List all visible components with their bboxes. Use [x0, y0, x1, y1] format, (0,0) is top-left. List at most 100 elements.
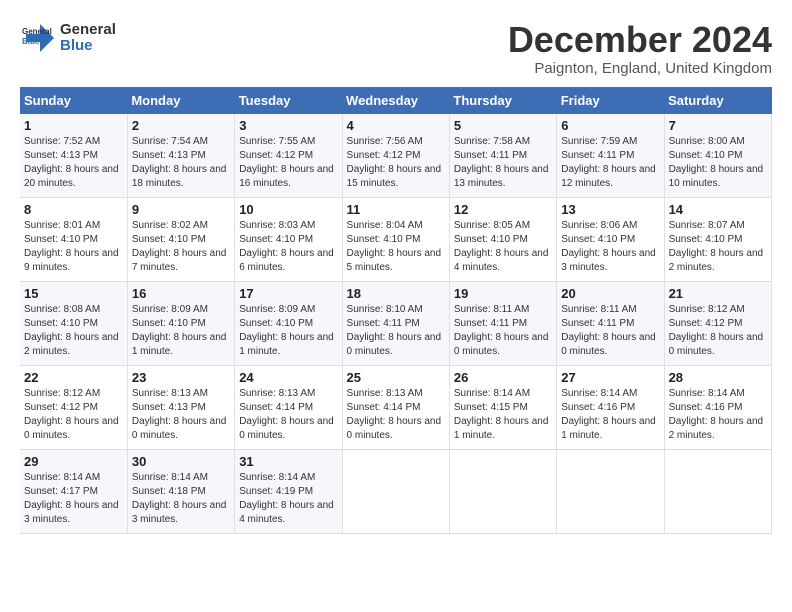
day-info: Sunrise: 8:14 AMSunset: 4:16 PMDaylight:… [669, 387, 767, 443]
weekday-header-thursday: Thursday [449, 87, 556, 114]
day-info: Sunrise: 8:12 AMSunset: 4:12 PMDaylight:… [24, 387, 123, 443]
day-info: Sunrise: 7:56 AMSunset: 4:12 PMDaylight:… [347, 135, 445, 191]
day-info: Sunrise: 8:06 AMSunset: 4:10 PMDaylight:… [561, 219, 659, 275]
weekday-header-wednesday: Wednesday [342, 87, 449, 114]
calendar-cell [342, 449, 449, 533]
day-number: 20 [561, 286, 659, 301]
calendar-week-row: 8Sunrise: 8:01 AMSunset: 4:10 PMDaylight… [20, 197, 772, 281]
calendar-cell: 12Sunrise: 8:05 AMSunset: 4:10 PMDayligh… [449, 197, 556, 281]
day-number: 15 [24, 286, 123, 301]
calendar-cell: 19 Sunrise: 8:11 AMSunset: 4:11 PMDayligh… [449, 281, 556, 365]
calendar-cell [557, 449, 664, 533]
day-info: Sunrise: 8:14 AMSunset: 4:16 PMDaylight:… [561, 387, 659, 443]
day-info: Sunrise: 8:12 AMSunset: 4:12 PMDaylight:… [669, 303, 767, 359]
day-info: Sunrise: 7:52 AMSunset: 4:13 PMDaylight:… [24, 135, 123, 191]
day-info: Sunrise: 8:14 AMSunset: 4:15 PMDaylight:… [454, 387, 552, 443]
day-info: Sunrise: 8:11 AMSunset: 4:11 PMDaylight:… [561, 303, 659, 359]
calendar-cell: 22 Sunrise: 8:12 AMSunset: 4:12 PMDayligh… [20, 365, 127, 449]
day-number: 5 [454, 118, 552, 133]
page-header: General Blue General Blue December 2024 … [20, 20, 772, 77]
calendar-cell: 28 Sunrise: 8:14 AMSunset: 4:16 PMDayligh… [664, 365, 771, 449]
day-info: Sunrise: 7:58 AMSunset: 4:11 PMDaylight:… [454, 135, 552, 191]
calendar-cell: 20 Sunrise: 8:11 AMSunset: 4:11 PMDayligh… [557, 281, 664, 365]
day-info: Sunrise: 8:03 AMSunset: 4:10 PMDaylight:… [239, 219, 337, 275]
day-info: Sunrise: 8:08 AMSunset: 4:10 PMDaylight:… [24, 303, 123, 359]
day-number: 1 [24, 118, 123, 133]
calendar-cell: 3 Sunrise: 7:55 AMSunset: 4:12 PMDaylight… [235, 114, 342, 198]
day-number: 22 [24, 370, 123, 385]
calendar-cell: 23 Sunrise: 8:13 AMSunset: 4:13 PMDayligh… [127, 365, 234, 449]
day-number: 16 [132, 286, 230, 301]
calendar-cell: 27Sunrise: 8:14 AMSunset: 4:16 PMDayligh… [557, 365, 664, 449]
day-info: Sunrise: 8:13 AMSunset: 4:14 PMDaylight:… [239, 387, 337, 443]
day-number: 19 [454, 286, 552, 301]
logo-icon: General Blue [20, 20, 56, 56]
day-info: Sunrise: 7:59 AMSunset: 4:11 PMDaylight:… [561, 135, 659, 191]
day-info: Sunrise: 8:14 AMSunset: 4:17 PMDaylight:… [24, 471, 123, 527]
calendar-cell: 17Sunrise: 8:09 AMSunset: 4:10 PMDayligh… [235, 281, 342, 365]
calendar-cell: 14 Sunrise: 8:07 AMSunset: 4:10 PMDayligh… [664, 197, 771, 281]
calendar-cell: 24 Sunrise: 8:13 AMSunset: 4:14 PMDayligh… [235, 365, 342, 449]
calendar-cell: 18Sunrise: 8:10 AMSunset: 4:11 PMDayligh… [342, 281, 449, 365]
day-info: Sunrise: 8:02 AMSunset: 4:10 PMDaylight:… [132, 219, 230, 275]
day-info: Sunrise: 8:13 AMSunset: 4:13 PMDaylight:… [132, 387, 230, 443]
month-title: December 2024 [508, 20, 772, 60]
title-section: December 2024 Paignton, England, United … [508, 20, 772, 77]
day-info: Sunrise: 8:07 AMSunset: 4:10 PMDaylight:… [669, 219, 767, 275]
calendar-cell: 7Sunrise: 8:00 AMSunset: 4:10 PMDaylight… [664, 114, 771, 198]
day-info: Sunrise: 8:14 AMSunset: 4:18 PMDaylight:… [132, 471, 230, 527]
day-number: 11 [347, 202, 445, 217]
calendar-cell: 31Sunrise: 8:14 AMSunset: 4:19 PMDayligh… [235, 449, 342, 533]
logo: General Blue General Blue [20, 20, 116, 56]
calendar-week-row: 15 Sunrise: 8:08 AMSunset: 4:10 PMDayligh… [20, 281, 772, 365]
calendar-cell: 9 Sunrise: 8:02 AMSunset: 4:10 PMDaylight… [127, 197, 234, 281]
calendar-week-row: 1 Sunrise: 7:52 AMSunset: 4:13 PMDaylight… [20, 114, 772, 198]
calendar-cell [449, 449, 556, 533]
calendar-cell: 11 Sunrise: 8:04 AMSunset: 4:10 PMDayligh… [342, 197, 449, 281]
day-number: 7 [669, 118, 767, 133]
logo-text: General Blue [60, 22, 116, 55]
day-info: Sunrise: 7:54 AMSunset: 4:13 PMDaylight:… [132, 135, 230, 191]
day-number: 30 [132, 454, 230, 469]
day-info: Sunrise: 7:55 AMSunset: 4:12 PMDaylight:… [239, 135, 337, 191]
day-number: 18 [347, 286, 445, 301]
calendar-cell: 5 Sunrise: 7:58 AMSunset: 4:11 PMDaylight… [449, 114, 556, 198]
svg-text:General: General [22, 27, 52, 36]
calendar-cell: 25Sunrise: 8:13 AMSunset: 4:14 PMDayligh… [342, 365, 449, 449]
day-info: Sunrise: 8:11 AMSunset: 4:11 PMDaylight:… [454, 303, 552, 359]
day-number: 24 [239, 370, 337, 385]
day-number: 28 [669, 370, 767, 385]
day-number: 10 [239, 202, 337, 217]
calendar-cell: 30 Sunrise: 8:14 AMSunset: 4:18 PMDayligh… [127, 449, 234, 533]
calendar-cell: 21 Sunrise: 8:12 AMSunset: 4:12 PMDayligh… [664, 281, 771, 365]
day-info: Sunrise: 8:09 AMSunset: 4:10 PMDaylight:… [132, 303, 230, 359]
calendar-cell: 26 Sunrise: 8:14 AMSunset: 4:15 PMDayligh… [449, 365, 556, 449]
weekday-header-tuesday: Tuesday [235, 87, 342, 114]
day-number: 12 [454, 202, 552, 217]
weekday-header-row: SundayMondayTuesdayWednesdayThursdayFrid… [20, 87, 772, 114]
calendar-cell: 2Sunrise: 7:54 AMSunset: 4:13 PMDaylight… [127, 114, 234, 198]
weekday-header-monday: Monday [127, 87, 234, 114]
day-number: 21 [669, 286, 767, 301]
calendar-cell: 13 Sunrise: 8:06 AMSunset: 4:10 PMDayligh… [557, 197, 664, 281]
calendar-cell: 6 Sunrise: 7:59 AMSunset: 4:11 PMDaylight… [557, 114, 664, 198]
day-info: Sunrise: 8:13 AMSunset: 4:14 PMDaylight:… [347, 387, 445, 443]
day-number: 9 [132, 202, 230, 217]
day-number: 17 [239, 286, 337, 301]
day-number: 31 [239, 454, 337, 469]
day-info: Sunrise: 8:04 AMSunset: 4:10 PMDaylight:… [347, 219, 445, 275]
day-number: 23 [132, 370, 230, 385]
weekday-header-saturday: Saturday [664, 87, 771, 114]
day-number: 26 [454, 370, 552, 385]
day-number: 4 [347, 118, 445, 133]
calendar-week-row: 29 Sunrise: 8:14 AMSunset: 4:17 PMDayligh… [20, 449, 772, 533]
weekday-header-sunday: Sunday [20, 87, 127, 114]
day-number: 6 [561, 118, 659, 133]
calendar-cell: 29 Sunrise: 8:14 AMSunset: 4:17 PMDayligh… [20, 449, 127, 533]
day-number: 3 [239, 118, 337, 133]
calendar-table: SundayMondayTuesdayWednesdayThursdayFrid… [20, 87, 772, 534]
day-number: 14 [669, 202, 767, 217]
day-number: 29 [24, 454, 123, 469]
calendar-cell: 15 Sunrise: 8:08 AMSunset: 4:10 PMDayligh… [20, 281, 127, 365]
day-number: 13 [561, 202, 659, 217]
